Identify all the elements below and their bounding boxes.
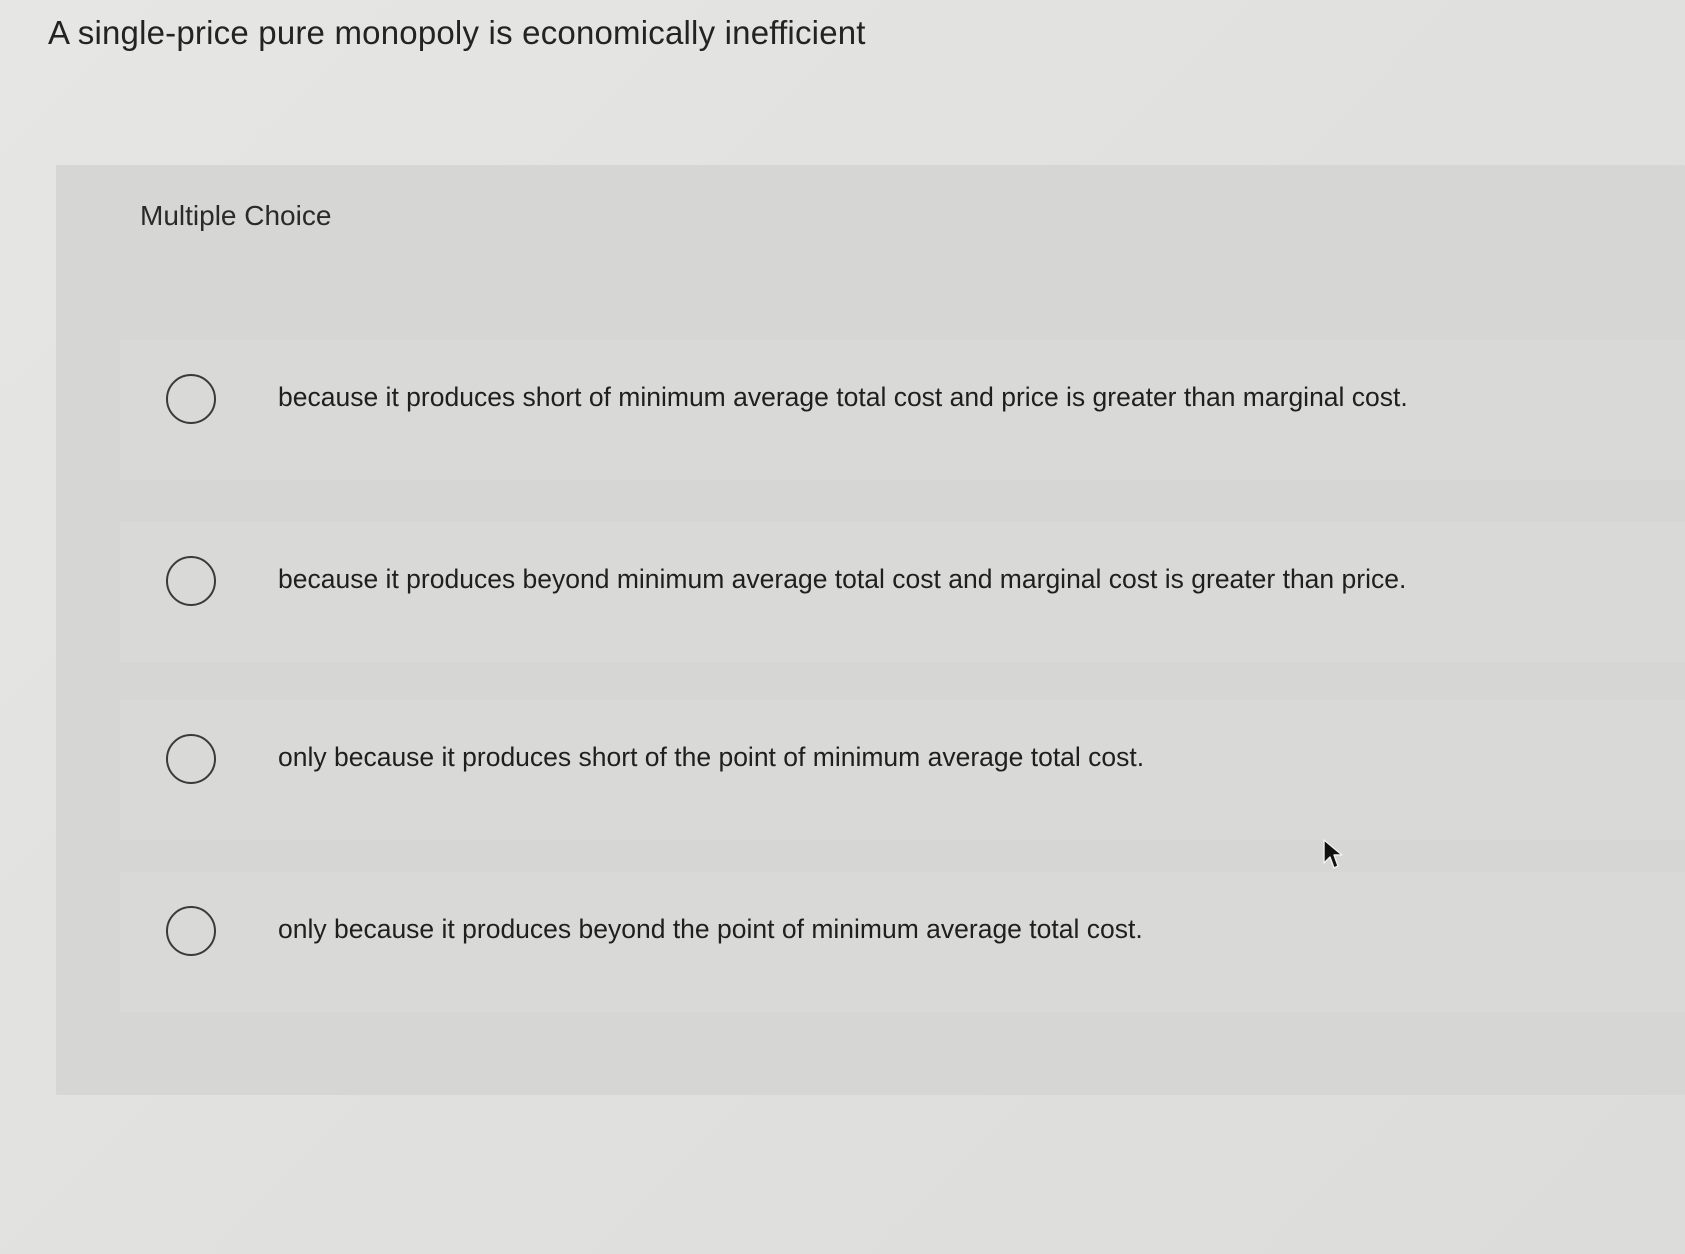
radio-circle-icon[interactable]: [166, 906, 216, 956]
mouse-pointer-icon: [1323, 839, 1343, 869]
answer-choices-list: because it produces short of minimum ave…: [0, 0, 1685, 1254]
answer-choice-1[interactable]: because it produces short of minimum ave…: [120, 340, 1685, 480]
answer-choice-label: because it produces beyond minimum avera…: [278, 564, 1407, 594]
answer-choice-4[interactable]: only because it produces beyond the poin…: [120, 872, 1685, 1012]
answer-choice-3[interactable]: only because it produces short of the po…: [120, 700, 1685, 840]
radio-circle-icon[interactable]: [166, 374, 216, 424]
answer-choice-label: because it produces short of minimum ave…: [278, 382, 1408, 412]
radio-circle-icon[interactable]: [166, 734, 216, 784]
answer-choice-2[interactable]: because it produces beyond minimum avera…: [120, 522, 1685, 662]
answer-choice-label: only because it produces beyond the poin…: [278, 914, 1143, 944]
answer-choice-label: only because it produces short of the po…: [278, 742, 1145, 772]
radio-circle-icon[interactable]: [166, 556, 216, 606]
